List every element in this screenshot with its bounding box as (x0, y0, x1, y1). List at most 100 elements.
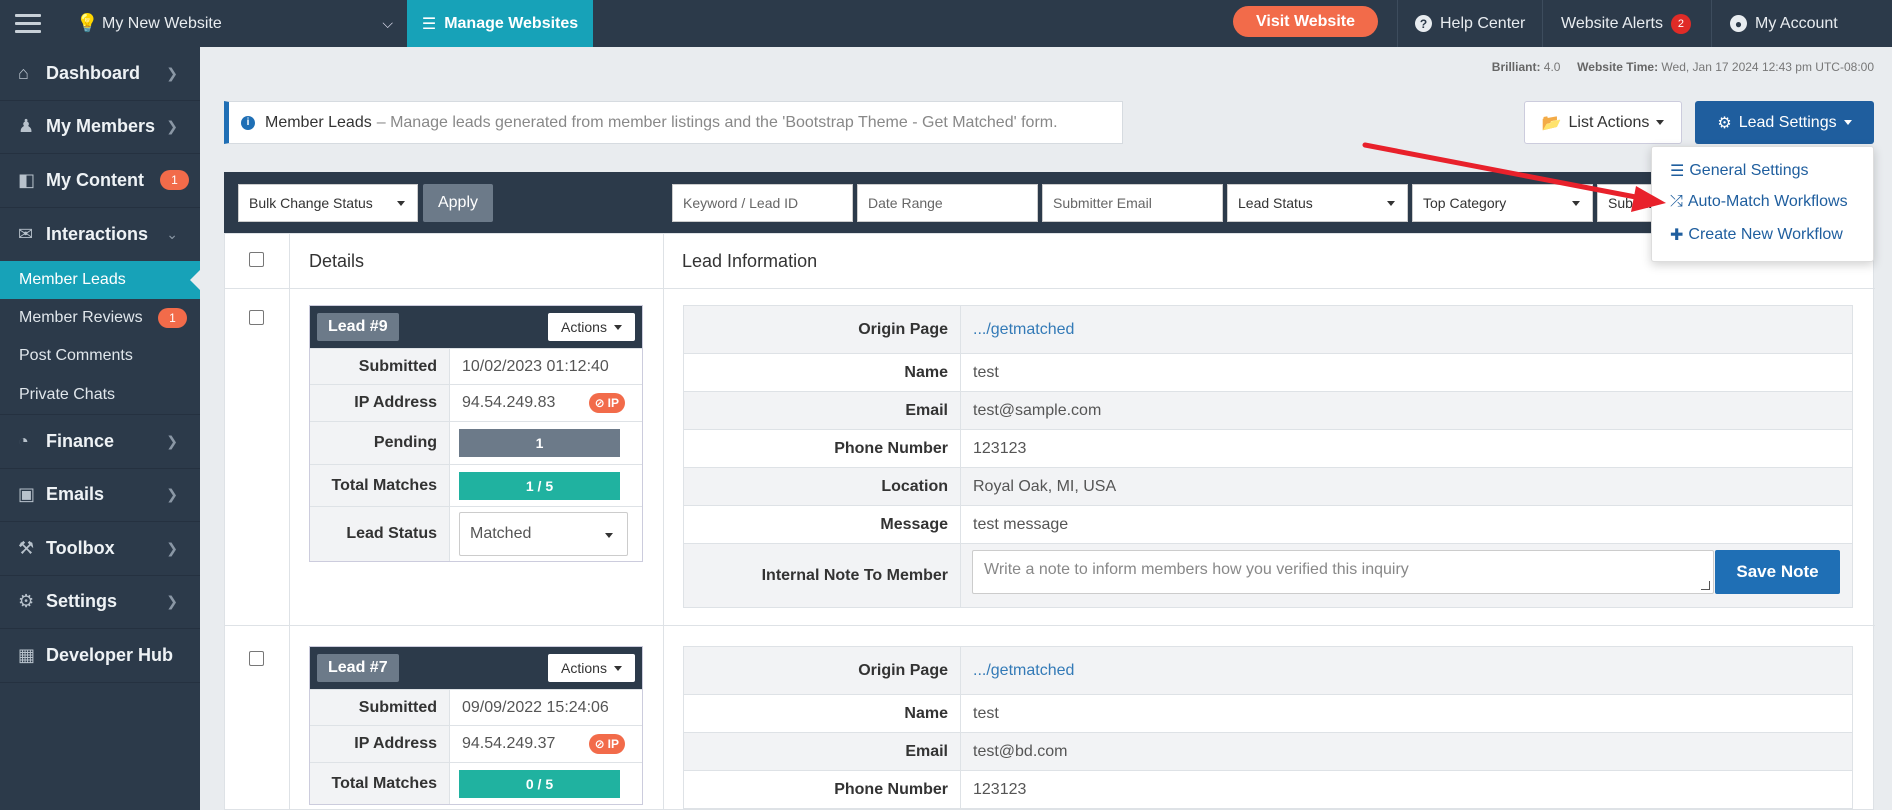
block-ip-button[interactable]: ⊘ IP (588, 393, 625, 413)
website-alerts-link[interactable]: Website Alerts 2 (1561, 0, 1691, 47)
page-info-banner: i Member Leads – Manage leads generated … (224, 101, 1123, 144)
chevron-right-icon: ❯ (166, 118, 178, 135)
chevron-down-icon: ⌄ (166, 225, 178, 242)
sidebar-sub-post-comments[interactable]: Post Comments (0, 337, 200, 375)
info-row: Origin Page .../getmatched (684, 647, 1852, 694)
submitter-email-input[interactable]: Submitter Email (1042, 184, 1223, 222)
lead-message: test message (973, 515, 1069, 533)
info-icon: i (241, 115, 255, 130)
pie-chart-icon: ◔ (18, 430, 29, 451)
chevron-right-icon: ❯ (166, 486, 178, 503)
lead-detail-row: Submitted 10/02/2023 01:12:40 (310, 348, 642, 384)
lightbulb-icon: 💡 (76, 13, 99, 33)
sidebar-sub-member-reviews[interactable]: Member Reviews 1 (0, 299, 200, 337)
info-row: Email test@bd.com (684, 732, 1852, 770)
lead-id-tag: Lead #9 (317, 313, 399, 341)
lead-status-dropdown[interactable]: Matched (459, 512, 628, 556)
lead-phone: 123123 (973, 439, 1027, 457)
info-row: Name test (684, 353, 1852, 391)
sidebar-item-my-members[interactable]: ♟ My Members ❯ (0, 101, 200, 154)
menu-item-create-new-workflow[interactable]: ✚ Create New Workflow (1670, 225, 1843, 245)
lead-email: test@bd.com (973, 742, 1068, 760)
visit-website-button[interactable]: Visit Website (1233, 6, 1378, 37)
info-row: Internal Note To Member Write a note to … (684, 543, 1852, 607)
reviews-count-badge: 1 (158, 308, 187, 328)
column-divider (289, 234, 290, 809)
menu-icon[interactable] (0, 0, 56, 47)
shuffle-icon: ⤮ (1670, 193, 1683, 210)
table-header: Details Lead Information (225, 234, 1875, 289)
help-center-link[interactable]: ? Help Center (1415, 0, 1525, 47)
top-divider (1397, 0, 1398, 47)
row-checkbox[interactable] (249, 310, 264, 325)
resize-handle-icon[interactable] (1701, 581, 1710, 590)
info-row: Message test message (684, 505, 1852, 543)
website-meta: Brilliant: 4.0 Website Time: Wed, Jan 17… (1491, 60, 1874, 74)
list-actions-button[interactable]: 📂 List Actions (1524, 101, 1682, 144)
select-all-checkbox[interactable] (249, 252, 264, 267)
bulk-status-select[interactable]: Bulk Change Status (238, 184, 418, 222)
column-header-details: Details (309, 251, 365, 271)
apply-button[interactable]: Apply (423, 184, 493, 222)
user-icon: ● (1730, 15, 1747, 32)
sidebar-item-emails[interactable]: ▣ Emails ❯ (0, 469, 200, 522)
menu-item-auto-match-workflows[interactable]: ⤮ Auto-Match Workflows (1670, 193, 1848, 211)
lead-information-table: Origin Page .../getmatched Name test Ema… (683, 305, 1853, 608)
menu-item-general-settings[interactable]: ☰ General Settings (1670, 161, 1809, 181)
sidebar-item-developer-hub[interactable]: ▦ Developer Hub (0, 629, 200, 683)
filter-bar: Bulk Change Status Apply Keyword / Lead … (224, 172, 1874, 233)
chevron-right-icon: ❯ (166, 539, 178, 556)
lead-detail-row: Lead Status Matched (310, 506, 642, 561)
lead-detail-row: IP Address 94.54.249.37 ⊘ IP (310, 725, 642, 762)
home-icon: ⌂ (18, 62, 29, 83)
sidebar-sub-member-leads[interactable]: Member Leads (0, 261, 200, 299)
origin-page-link[interactable]: .../getmatched (961, 306, 1852, 353)
caret-down-icon (1387, 201, 1395, 206)
lead-id-tag: Lead #7 (317, 654, 399, 682)
my-account-link[interactable]: ● My Account (1730, 0, 1838, 47)
sidebar-item-dashboard[interactable]: ⌂ Dashboard ❯ (0, 47, 200, 101)
top-category-select[interactable]: Top Category (1412, 184, 1593, 222)
lead-location: Royal Oak, MI, USA (973, 477, 1117, 495)
total-matches: 0 / 5 (459, 769, 620, 798)
wrench-icon: ⚒ (18, 537, 35, 558)
sidebar-item-settings[interactable]: ⚙ Settings ❯ (0, 576, 200, 629)
block-ip-button[interactable]: ⊘ IP (588, 734, 625, 754)
sidebar-item-toolbox[interactable]: ⚒ Toolbox ❯ (0, 522, 200, 576)
info-row: Name test (684, 694, 1852, 732)
internal-note-textarea[interactable]: Write a note to inform members how you v… (972, 550, 1714, 594)
save-note-button[interactable]: Save Note (1715, 550, 1840, 594)
manage-websites-button[interactable]: ☰ Manage Websites (407, 0, 593, 47)
lead-detail-row: Pending 1 (310, 421, 642, 464)
website-selector[interactable]: 💡 My New Website ⌵ (56, 0, 407, 47)
lead-actions-button[interactable]: Actions (548, 313, 635, 341)
info-row: Location Royal Oak, MI, USA (684, 467, 1852, 505)
lead-status-select[interactable]: Lead Status (1227, 184, 1408, 222)
row-checkbox[interactable] (249, 651, 264, 666)
lead-actions-button[interactable]: Actions (548, 654, 635, 682)
origin-page-link[interactable]: .../getmatched (961, 647, 1852, 694)
lead-detail-row: Total Matches 1 / 5 (310, 464, 642, 506)
submitted-date: 10/02/2023 01:12:40 (462, 357, 609, 375)
chevron-right-icon: ❯ (166, 432, 178, 449)
date-range-input[interactable]: Date Range (857, 184, 1038, 222)
sub-category-select[interactable]: Subcat (1597, 184, 1657, 222)
sidebar-item-finance[interactable]: ◔ Finance ❯ (0, 415, 200, 469)
keyword-search-input[interactable]: Keyword / Lead ID (672, 184, 853, 222)
question-icon: ? (1415, 15, 1432, 32)
sidebar-item-interactions[interactable]: ✉ Interactions ⌄ (0, 208, 200, 262)
sidebar-sub-private-chats[interactable]: Private Chats (0, 375, 200, 415)
ip-address: 94.54.249.83 ⊘ IP (450, 385, 642, 421)
lead-name: test (973, 363, 999, 381)
page-description: – Manage leads generated from member lis… (376, 113, 1058, 131)
website-name: My New Website (102, 14, 222, 32)
lead-settings-button[interactable]: ⚙ Lead Settings (1695, 101, 1874, 144)
row-divider (225, 625, 1875, 626)
top-divider (1542, 0, 1543, 47)
chevron-right-icon: ❯ (166, 64, 178, 81)
ban-icon: ⊘ (594, 396, 605, 410)
lead-card-header: Lead #7 Actions (310, 647, 642, 689)
grid-icon: ▦ (18, 644, 36, 665)
column-divider (663, 234, 664, 809)
sidebar-item-my-content[interactable]: ◧ My Content 1 (0, 154, 200, 208)
